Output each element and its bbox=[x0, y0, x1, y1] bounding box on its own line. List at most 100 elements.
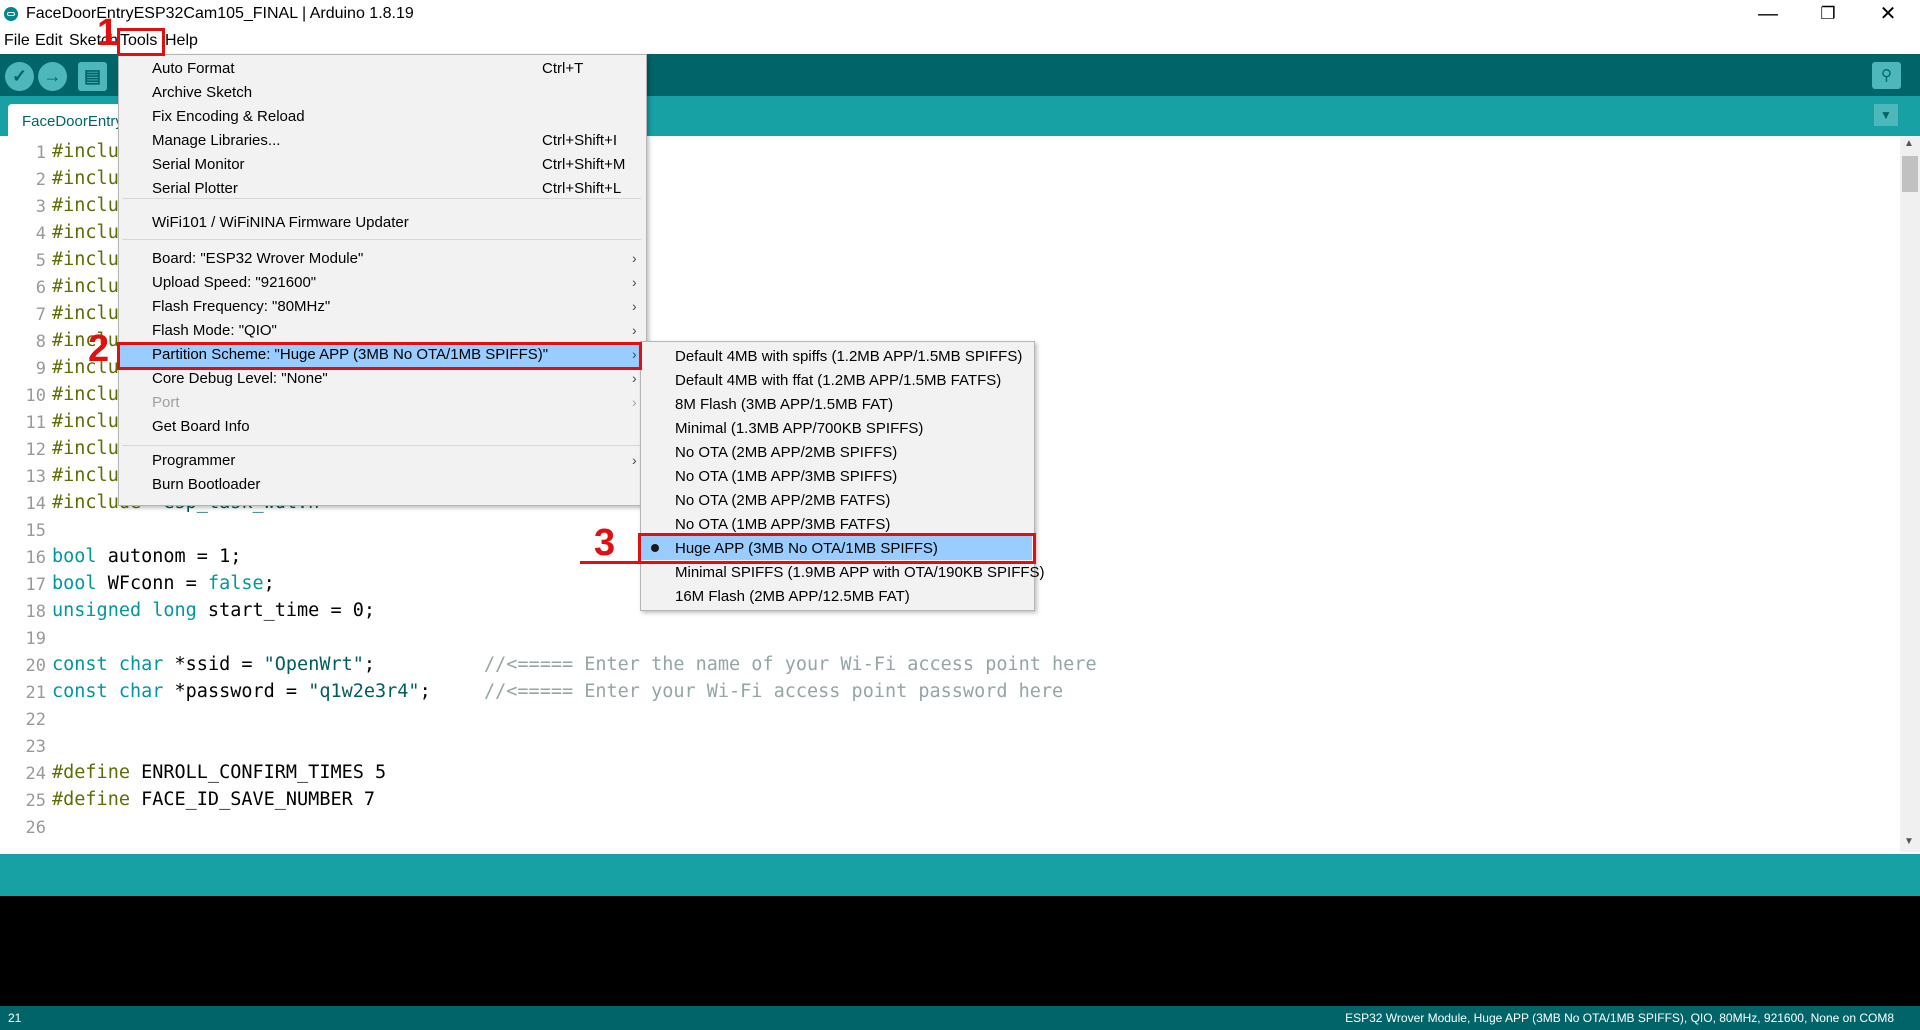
line-number: 6 bbox=[35, 278, 46, 298]
code-line-21: const char *password = "q1w2e3r4"; bbox=[52, 681, 431, 702]
menu-shortcut: Ctrl+Shift+I bbox=[542, 132, 618, 149]
code-line-16: bool autonom = 1; bbox=[52, 546, 242, 567]
line-number: 14 bbox=[25, 494, 46, 514]
partition-option[interactable]: 8M Flash (3MB APP/1.5MB FAT) bbox=[675, 396, 893, 413]
code-line-21-comment: //<===== Enter your Wi-Fi access point p… bbox=[484, 681, 1064, 702]
tools-menu-item[interactable]: Archive Sketch bbox=[152, 84, 252, 101]
code-line-1: #inclu bbox=[52, 141, 119, 162]
verify-icon[interactable]: ✓ bbox=[5, 62, 34, 91]
code-line-12: #inclu bbox=[52, 438, 119, 459]
line-number: 1 bbox=[35, 143, 46, 163]
new-file-icon[interactable]: ▤ bbox=[78, 62, 107, 91]
line-number: 24 bbox=[25, 764, 46, 784]
partition-option[interactable]: No OTA (1MB APP/3MB FATFS) bbox=[675, 516, 890, 533]
menu-separator bbox=[122, 445, 641, 446]
submenu-chevron-right-icon: › bbox=[632, 274, 637, 290]
code-line-6: #inclu bbox=[52, 276, 119, 297]
code-line-2: #inclu bbox=[52, 168, 119, 189]
line-number: 2 bbox=[35, 170, 46, 190]
line-number: 19 bbox=[25, 629, 46, 649]
annotation-underline bbox=[580, 561, 638, 564]
menu-edit[interactable]: Edit bbox=[35, 32, 63, 50]
partition-option[interactable]: Default 4MB with spiffs (1.2MB APP/1.5MB… bbox=[675, 348, 1022, 365]
tools-menu-item[interactable]: Programmer bbox=[152, 452, 235, 469]
code-line-20-comment: //<===== Enter the name of your Wi-Fi ac… bbox=[484, 654, 1097, 675]
line-number: 10 bbox=[25, 386, 46, 406]
partition-option[interactable]: No OTA (2MB APP/2MB SPIFFS) bbox=[675, 444, 897, 461]
menu-bar bbox=[0, 30, 1920, 54]
scrollbar-thumb[interactable] bbox=[1902, 156, 1918, 192]
partition-option[interactable]: No OTA (1MB APP/3MB SPIFFS) bbox=[675, 468, 897, 485]
scroll-down-icon[interactable]: ▼ bbox=[1904, 836, 1914, 847]
line-number: 7 bbox=[35, 305, 46, 325]
serial-monitor-icon[interactable]: ⚲ bbox=[1872, 62, 1901, 89]
menu-shortcut: Ctrl+T bbox=[542, 60, 584, 77]
submenu-chevron-right-icon: › bbox=[632, 322, 637, 338]
annotation-step-1: 1 bbox=[97, 12, 119, 54]
tools-menu-item[interactable]: Flash Frequency: "80MHz" bbox=[152, 298, 330, 315]
line-number: 12 bbox=[25, 440, 46, 460]
partition-option[interactable]: Minimal (1.3MB APP/700KB SPIFFS) bbox=[675, 420, 923, 437]
upload-icon[interactable]: → bbox=[38, 62, 67, 91]
code-line-13: #inclu bbox=[52, 465, 119, 486]
tools-menu-item[interactable]: Board: "ESP32 Wrover Module" bbox=[152, 250, 363, 267]
status-line-number: 21 bbox=[8, 1011, 22, 1025]
submenu-chevron-right-icon: › bbox=[632, 394, 637, 410]
tools-menu-item[interactable]: Core Debug Level: "None" bbox=[152, 370, 328, 387]
close-icon[interactable]: ✕ bbox=[1860, 0, 1916, 28]
line-number: 15 bbox=[25, 521, 46, 541]
partition-option[interactable]: Default 4MB with ffat (1.2MB APP/1.5MB F… bbox=[675, 372, 1001, 389]
line-number: 23 bbox=[25, 737, 46, 757]
menu-shortcut: Ctrl+Shift+L bbox=[542, 180, 622, 197]
tools-menu-item[interactable]: Fix Encoding & Reload bbox=[152, 108, 305, 125]
scroll-up-icon[interactable]: ▲ bbox=[1904, 138, 1914, 149]
code-line-3: #inclu bbox=[52, 195, 119, 216]
line-number: 11 bbox=[25, 413, 46, 433]
minimize-icon[interactable]: — bbox=[1740, 0, 1796, 28]
editor-vertical-scrollbar[interactable] bbox=[1900, 136, 1920, 852]
code-line-24: #define ENROLL_CONFIRM_TIMES 5 bbox=[52, 762, 387, 783]
code-line-20: const char *ssid = "OpenWrt"; bbox=[52, 654, 376, 675]
annotation-step-3: 3 bbox=[594, 522, 616, 564]
partition-option[interactable]: Minimal SPIFFS (1.9MB APP with OTA/190KB… bbox=[675, 564, 1045, 581]
tools-menu-item[interactable]: Auto Format bbox=[152, 60, 235, 77]
tools-menu-item[interactable]: Burn Bootloader bbox=[152, 476, 260, 493]
menu-separator bbox=[122, 198, 641, 199]
partition-option[interactable]: 16M Flash (2MB APP/12.5MB FAT) bbox=[675, 588, 910, 605]
tools-menu-item[interactable]: Manage Libraries... bbox=[152, 132, 280, 149]
tools-menu-item[interactable]: WiFi101 / WiFiNINA Firmware Updater bbox=[152, 214, 409, 231]
menu-separator bbox=[122, 239, 641, 240]
code-line-18: unsigned long start_time = 0; bbox=[52, 600, 376, 621]
code-line-7: #inclu bbox=[52, 303, 119, 324]
code-line-5: #inclu bbox=[52, 249, 119, 270]
code-line-11: #inclu bbox=[52, 411, 119, 432]
line-number: 8 bbox=[35, 332, 46, 352]
tab-menu-chevron-down-icon[interactable]: ▼ bbox=[1874, 104, 1898, 126]
line-number: 18 bbox=[25, 602, 46, 622]
console-output[interactable] bbox=[0, 896, 1920, 1006]
code-line-17: bool WFconn = false; bbox=[52, 573, 275, 594]
code-line-10: #inclu bbox=[52, 384, 119, 405]
line-number: 22 bbox=[25, 710, 46, 730]
line-number: 3 bbox=[35, 197, 46, 217]
tools-menu-item[interactable]: Serial Plotter bbox=[152, 180, 238, 197]
line-number: 9 bbox=[35, 359, 46, 379]
tools-menu-item[interactable]: Port bbox=[152, 394, 180, 411]
line-number: 4 bbox=[35, 224, 46, 244]
tools-menu-item[interactable]: Flash Mode: "QIO" bbox=[152, 322, 277, 339]
partition-option[interactable]: No OTA (2MB APP/2MB FATFS) bbox=[675, 492, 890, 509]
line-number: 26 bbox=[25, 818, 46, 838]
line-number: 21 bbox=[25, 683, 46, 703]
menu-help[interactable]: Help bbox=[165, 32, 198, 50]
annotation-box-huge-app bbox=[638, 533, 1036, 564]
tab-sketch-label: FaceDoorEntry bbox=[22, 113, 123, 130]
line-number: 5 bbox=[35, 251, 46, 271]
tools-menu-item[interactable]: Get Board Info bbox=[152, 418, 250, 435]
tools-menu-item[interactable]: Serial Monitor bbox=[152, 156, 245, 173]
tools-menu-item[interactable]: Upload Speed: "921600" bbox=[152, 274, 316, 291]
menu-file[interactable]: File bbox=[4, 32, 30, 50]
maximize-icon[interactable]: ❐ bbox=[1800, 0, 1856, 28]
annotation-box-tools bbox=[117, 28, 165, 56]
menu-shortcut: Ctrl+Shift+M bbox=[542, 156, 626, 173]
status-board-info: ESP32 Wrover Module, Huge APP (3MB No OT… bbox=[1345, 1011, 1894, 1025]
